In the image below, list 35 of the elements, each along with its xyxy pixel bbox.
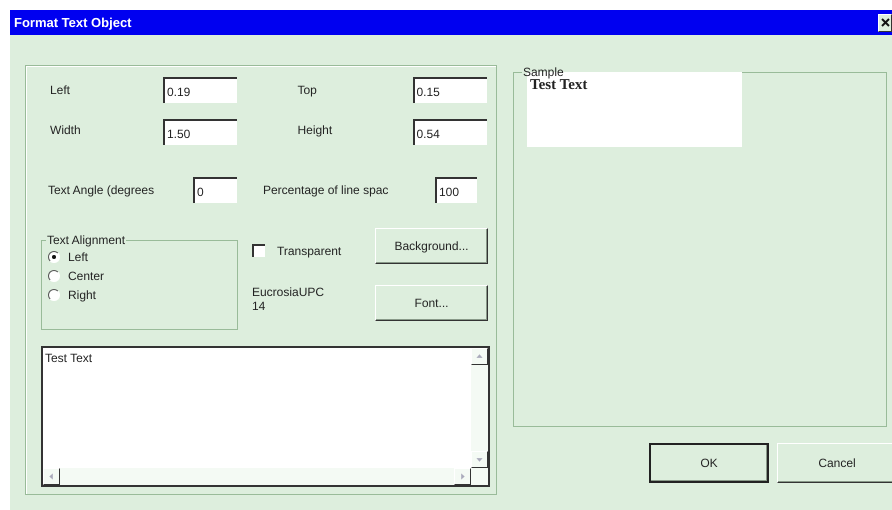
- text-content: Test Text: [45, 351, 92, 365]
- transparent-checkbox[interactable]: [252, 244, 265, 257]
- radio-label: Right: [68, 288, 96, 302]
- field-label: Percentage of line spac: [263, 183, 390, 197]
- text-area[interactable]: Test Text: [41, 346, 490, 487]
- field-label: Top: [298, 83, 318, 97]
- font-button[interactable]: Font...: [375, 285, 488, 321]
- cancel-button[interactable]: Cancel: [777, 443, 892, 483]
- radio-button[interactable]: [48, 270, 60, 282]
- number-field[interactable]: 0.15: [412, 77, 486, 103]
- field-label: Left: [50, 83, 72, 97]
- checkbox-label: Transparent: [277, 244, 342, 258]
- group-title: Sample: [522, 65, 565, 79]
- number-field[interactable]: 1.50: [163, 119, 237, 145]
- group-title: Text Alignment: [46, 233, 126, 247]
- field-label: Width: [50, 123, 82, 137]
- close-icon: [880, 18, 890, 27]
- field-label: Height: [298, 123, 334, 137]
- background-button[interactable]: Background...: [375, 228, 488, 264]
- horizontal-scrollbar[interactable]: [43, 468, 488, 485]
- radio-button[interactable]: [48, 250, 60, 262]
- number-field[interactable]: 0.19: [163, 77, 237, 103]
- close-button[interactable]: [878, 14, 892, 32]
- radio-label: Center: [68, 268, 104, 282]
- window-title: Format Text Object: [13, 15, 132, 30]
- radio-label: Left: [68, 250, 88, 264]
- number-field[interactable]: 0: [193, 177, 237, 203]
- field-label: Text Angle (degrees: [48, 183, 156, 197]
- radio-button[interactable]: [48, 288, 60, 300]
- font-size: 14: [252, 299, 266, 313]
- vertical-scrollbar[interactable]: [471, 348, 488, 468]
- font-name: EucrosiaUPC: [252, 285, 326, 299]
- number-field[interactable]: 0.54: [412, 119, 486, 145]
- number-field[interactable]: 100: [435, 177, 477, 203]
- ok-button[interactable]: OK: [649, 443, 769, 483]
